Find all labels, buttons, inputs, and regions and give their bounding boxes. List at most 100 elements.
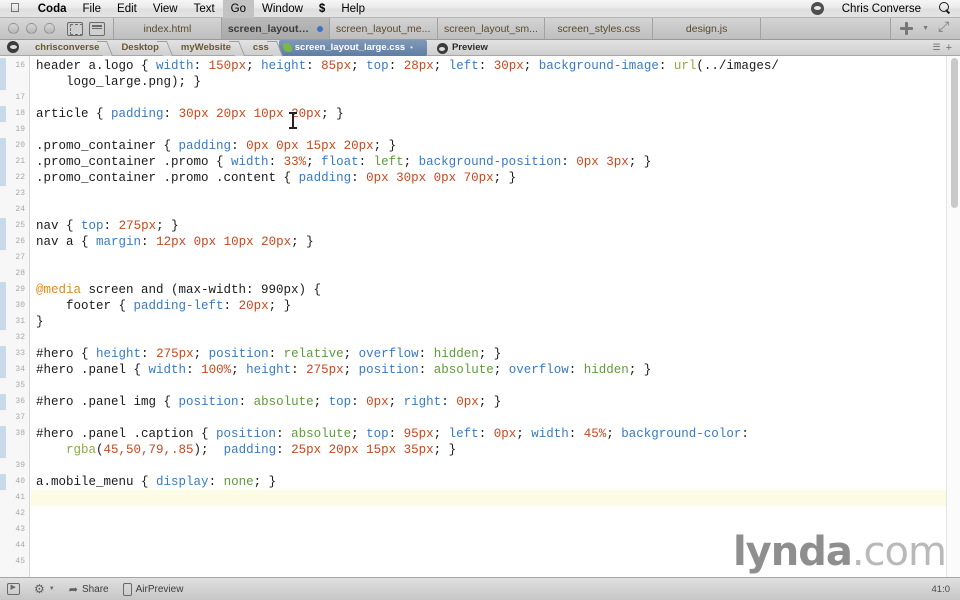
site-eye-icon[interactable] xyxy=(7,40,19,55)
change-marker xyxy=(0,154,6,170)
preview-panel-button[interactable] xyxy=(0,583,27,595)
code-line[interactable]: } xyxy=(31,314,946,330)
code-line[interactable]: @media screen and (max-width: 990px) { xyxy=(31,282,946,298)
share-icon: ➦ xyxy=(68,583,78,596)
code-token: : xyxy=(276,443,292,457)
code-line[interactable]: header a.logo { width: 150px; height: 85… xyxy=(31,58,946,74)
share-button[interactable]: ➦ Share xyxy=(62,583,116,596)
code-line[interactable]: footer { padding-left: 20px; } xyxy=(31,298,946,314)
menu-item-help[interactable]: Help xyxy=(333,0,373,18)
code-line[interactable]: .promo_container .promo .content { paddi… xyxy=(31,170,946,186)
menu-item-dollar[interactable]: $ xyxy=(311,0,333,18)
menu-item-edit[interactable]: Edit xyxy=(109,0,145,18)
code-token: absolute xyxy=(433,363,494,377)
line-number-gutter: 16 17 18 19 20 21 22 23 24 25 26 27 28 29 30 31 32 33 34 35… xyxy=(0,56,30,577)
airpreview-button[interactable]: AirPreview xyxy=(116,582,191,596)
plus-icon[interactable] xyxy=(900,22,914,35)
breadcrumb-current-file[interactable]: screen_layout_large.css • xyxy=(278,39,427,56)
menu-item-text[interactable]: Text xyxy=(186,0,223,18)
code-token: left xyxy=(373,155,404,169)
code-line[interactable] xyxy=(31,458,946,474)
code-token: 275px xyxy=(306,363,344,377)
split-panes-icon[interactable] xyxy=(89,21,105,36)
code-line[interactable] xyxy=(31,330,946,346)
code-token: .promo_container .promo xyxy=(36,155,217,169)
code-line[interactable] xyxy=(31,122,946,138)
preview-button[interactable]: Preview xyxy=(436,42,488,54)
tab-screen-styles-css[interactable]: screen_styles.css xyxy=(545,18,654,39)
code-token: 150px xyxy=(208,59,247,73)
code-line[interactable]: logo_large.png); } xyxy=(31,74,946,90)
code-line[interactable] xyxy=(31,250,946,266)
code-text-area[interactable]: header a.logo { width: 150px; height: 85… xyxy=(31,56,946,577)
code-token: .promo_container xyxy=(36,139,164,153)
code-line[interactable]: #hero { height: 275px; position: relativ… xyxy=(31,346,946,362)
editor-vertical-scrollbar[interactable] xyxy=(946,56,960,577)
code-line[interactable]: #hero .panel img { position: absolute; t… xyxy=(31,394,946,410)
code-token: { xyxy=(81,235,97,249)
code-line[interactable]: .promo_container { padding: 0px 0px 15px… xyxy=(31,138,946,154)
search-icon[interactable] xyxy=(930,0,960,18)
code-line[interactable]: a.mobile_menu { display: none; } xyxy=(31,474,946,490)
line-number: 45 xyxy=(15,557,25,566)
code-token: ; xyxy=(351,59,367,73)
breadcrumb-css[interactable]: css xyxy=(241,40,279,56)
close-window-button[interactable] xyxy=(8,23,19,34)
breadcrumb-desktop[interactable]: Desktop xyxy=(109,40,168,56)
zoom-window-button[interactable] xyxy=(44,23,55,34)
breadcrumb-chrisconverse[interactable]: chrisconverse xyxy=(23,40,109,56)
code-token: ; } xyxy=(628,363,652,377)
mac-menu-bar:  Coda File Edit View Text Go Window $ H… xyxy=(0,0,960,18)
menu-item-go[interactable]: Go xyxy=(222,0,255,18)
code-line[interactable]: article { padding: 30px 20px 10px 20px; … xyxy=(31,106,946,122)
tab-screen-layout-large[interactable]: screen_layout_la... xyxy=(221,18,330,39)
code-token: : xyxy=(163,107,179,121)
text-cursor xyxy=(289,112,297,129)
menu-item-file[interactable]: File xyxy=(75,0,110,18)
tab-index-html[interactable]: index.html xyxy=(113,18,222,39)
code-line[interactable]: rgba(45,50,79,.85); padding: 25px 20px 1… xyxy=(31,442,946,458)
code-line[interactable] xyxy=(31,202,946,218)
chevron-down-icon[interactable]: ▼ xyxy=(922,25,929,32)
line-number: 35 xyxy=(15,381,25,390)
scrollbar-thumb[interactable] xyxy=(951,58,958,208)
code-line[interactable] xyxy=(31,266,946,282)
watermark-bold: lynda xyxy=(732,529,853,575)
code-token: { xyxy=(133,363,149,377)
expand-icon[interactable] xyxy=(938,18,951,35)
add-split-icon[interactable]: + xyxy=(946,42,952,54)
code-token: ; xyxy=(606,427,622,441)
eye-icon[interactable] xyxy=(802,0,833,18)
code-line[interactable]: .promo_container .promo { width: 33%; fl… xyxy=(31,154,946,170)
code-token: 0px xyxy=(493,427,517,441)
code-token: background-position xyxy=(418,155,562,169)
tab-screen-layout-medium[interactable]: screen_layout_me... xyxy=(329,18,438,39)
menu-item-view[interactable]: View xyxy=(145,0,186,18)
code-line[interactable]: #hero .panel .caption { position: absolu… xyxy=(31,426,946,442)
code-line[interactable] xyxy=(31,378,946,394)
tab-design-js[interactable]: design.js xyxy=(653,18,762,39)
menubar-user-name[interactable]: Chris Converse xyxy=(833,0,930,18)
minimize-window-button[interactable] xyxy=(26,23,37,34)
breadcrumb-mywebsite[interactable]: myWebsite xyxy=(169,40,241,56)
code-line[interactable] xyxy=(31,410,946,426)
line-number: 19 xyxy=(15,125,25,134)
tab-screen-layout-small[interactable]: screen_layout_sm... xyxy=(437,18,546,39)
code-line[interactable] xyxy=(31,186,946,202)
code-line[interactable] xyxy=(31,90,946,106)
code-line[interactable] xyxy=(31,490,946,506)
settings-button[interactable]: ⚙ ▼ xyxy=(27,583,62,595)
code-editor[interactable]: 16 17 18 19 20 21 22 23 24 25 26 27 28 29 30 31 32 33 34 35… xyxy=(0,56,960,577)
code-line[interactable]: nav a { margin: 12px 0px 10px 20px; } xyxy=(31,234,946,250)
code-line[interactable] xyxy=(31,506,946,522)
code-line[interactable]: #hero .panel { width: 100%; height: 275p… xyxy=(31,362,946,378)
menu-item-coda[interactable]: Coda xyxy=(30,0,75,18)
code-line[interactable]: nav { top: 275px; } xyxy=(31,218,946,234)
apple-icon[interactable]:  xyxy=(10,1,20,14)
sidebar-toggle-icon[interactable] xyxy=(67,21,83,36)
code-token: width xyxy=(148,363,187,377)
split-view-icon[interactable]: ☰ xyxy=(932,42,940,53)
code-token: : xyxy=(418,347,434,361)
menu-item-window[interactable]: Window xyxy=(254,0,311,18)
code-token: : xyxy=(208,475,224,489)
